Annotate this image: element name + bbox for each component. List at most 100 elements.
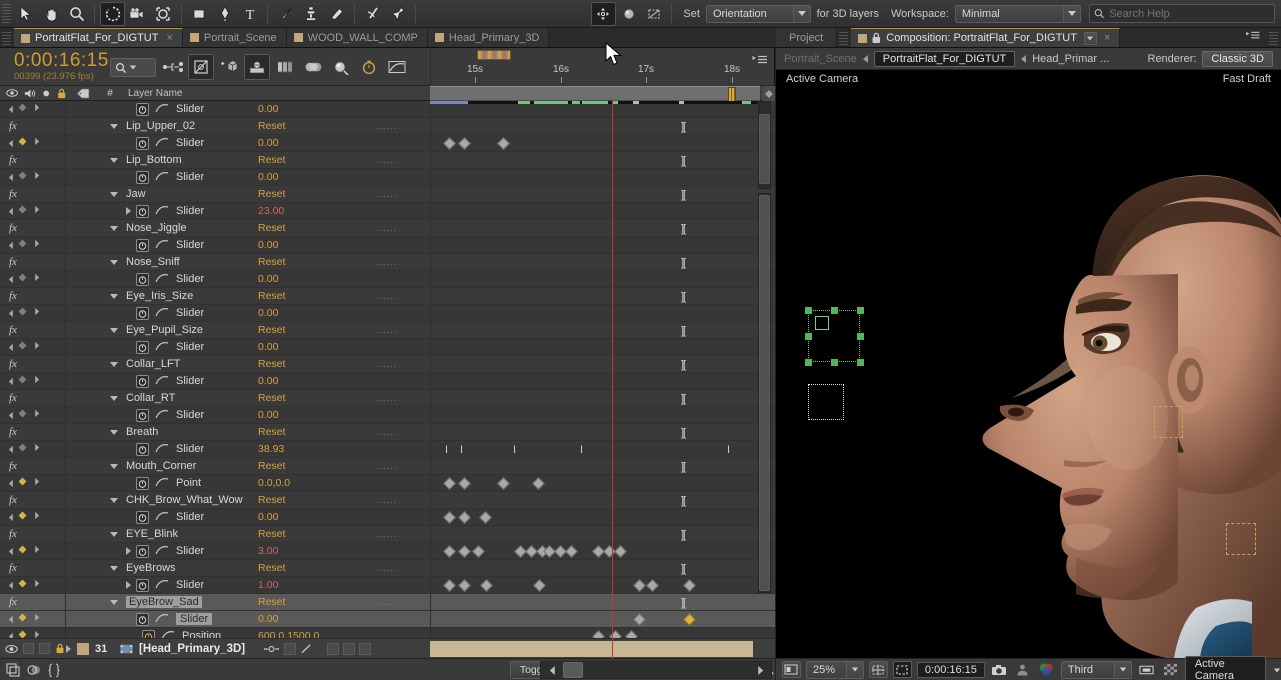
layer-marker-icon[interactable]: I bbox=[580, 444, 583, 456]
current-time-indicator[interactable] bbox=[612, 101, 613, 650]
keyframe-track[interactable]: ][ bbox=[430, 220, 753, 236]
keyframe-marker[interactable] bbox=[443, 477, 456, 490]
graph-icon[interactable] bbox=[155, 545, 169, 558]
reset-link[interactable]: Reset bbox=[256, 290, 376, 302]
camera-tool-icon[interactable] bbox=[125, 2, 150, 26]
expand-triangle-icon[interactable] bbox=[126, 207, 131, 215]
collapse-triangle-icon[interactable] bbox=[110, 191, 118, 197]
frame-blend-switch[interactable] bbox=[327, 642, 340, 655]
stopwatch-icon[interactable] bbox=[136, 374, 149, 388]
keyframe-track[interactable]: ][ bbox=[430, 492, 753, 508]
graph-editor-footer-icon[interactable] bbox=[48, 662, 60, 677]
keyframe-track[interactable] bbox=[430, 611, 753, 627]
motion-blur-switch[interactable] bbox=[343, 642, 356, 655]
keyframe-track[interactable] bbox=[430, 407, 753, 423]
next-keyframe-icon[interactable] bbox=[33, 103, 41, 115]
graph-icon[interactable] bbox=[155, 613, 169, 626]
keyframe-track[interactable] bbox=[430, 577, 753, 593]
property-row[interactable]: Slider 0.00 bbox=[0, 237, 775, 254]
tab-portrait-scene[interactable]: Portrait_Scene bbox=[182, 28, 287, 47]
keyframe-marker[interactable] bbox=[458, 579, 471, 592]
chevron-down-icon[interactable] bbox=[1273, 664, 1281, 676]
tab-composition[interactable]: Composition: PortraitFlat_For_DIGTUT × bbox=[851, 28, 1121, 47]
property-row[interactable]: Slider 23.00 bbox=[0, 203, 775, 220]
effect-row[interactable]: fx Breath Reset......][ bbox=[0, 424, 775, 441]
collapse-triangle-icon[interactable] bbox=[110, 361, 118, 367]
graph-icon[interactable] bbox=[155, 477, 169, 490]
stopwatch-icon[interactable] bbox=[136, 238, 149, 252]
property-name-cell[interactable]: Slider bbox=[66, 271, 256, 287]
property-name-cell[interactable]: Slider bbox=[66, 237, 256, 253]
reset-link[interactable]: Reset bbox=[256, 154, 376, 166]
tab-project[interactable]: Project bbox=[776, 28, 838, 47]
property-name-cell[interactable]: Slider bbox=[66, 577, 256, 593]
audio-toggle[interactable] bbox=[23, 643, 34, 654]
property-row[interactable]: Slider 0.00 bbox=[0, 339, 775, 356]
property-name-cell[interactable]: Slider bbox=[66, 203, 256, 219]
collapse-triangle-icon[interactable] bbox=[110, 497, 118, 503]
selected-layer-row[interactable]: 31 [Head_Primary_3D] bbox=[0, 638, 775, 659]
add-keyframe-icon[interactable] bbox=[18, 137, 27, 149]
work-area-end-handle[interactable] bbox=[728, 87, 736, 102]
collapse-triangle-icon[interactable] bbox=[110, 123, 118, 129]
property-name-cell[interactable]: Nose_Jiggle bbox=[66, 220, 256, 236]
selection-handle-bl[interactable] bbox=[805, 359, 812, 366]
lock-icon[interactable] bbox=[55, 643, 65, 654]
stopwatch-icon[interactable] bbox=[136, 170, 149, 184]
world-axis-mode-icon[interactable] bbox=[616, 2, 641, 26]
stopwatch-icon[interactable] bbox=[136, 204, 149, 218]
selection-handle-tl[interactable] bbox=[805, 307, 812, 314]
add-keyframe-icon[interactable] bbox=[18, 409, 27, 421]
property-name-cell[interactable]: Collar_RT bbox=[66, 390, 256, 406]
graph-icon[interactable] bbox=[155, 511, 169, 524]
keyframe-track[interactable]: IIIII bbox=[430, 441, 753, 457]
effect-row[interactable]: fx Lip_Upper_02 Reset......][ bbox=[0, 118, 775, 135]
expand-triangle-icon[interactable] bbox=[126, 547, 131, 555]
live-update-icon[interactable] bbox=[188, 54, 214, 80]
breadcrumb-head-primary[interactable]: Head_Primar ... bbox=[1032, 53, 1109, 65]
stopwatch-icon[interactable] bbox=[136, 102, 149, 116]
property-value[interactable]: 0.00 bbox=[256, 171, 376, 183]
expand-layer-icon[interactable] bbox=[66, 644, 71, 653]
resolution-dropdown[interactable]: Third bbox=[1060, 660, 1133, 679]
breadcrumb-portraitflat[interactable]: PortraitFlat_For_DIGTUT bbox=[873, 50, 1016, 67]
property-value[interactable]: 3.00 bbox=[256, 545, 376, 557]
scroll-left-icon[interactable] bbox=[541, 665, 563, 676]
take-snapshot-icon[interactable] bbox=[990, 661, 1009, 678]
property-value[interactable]: 0.00 bbox=[256, 511, 376, 523]
add-keyframe-icon[interactable] bbox=[18, 375, 27, 387]
keyframe-track[interactable]: ][ bbox=[430, 152, 753, 168]
property-name-cell[interactable]: Nose_Sniff bbox=[66, 254, 256, 270]
parent-icon[interactable] bbox=[263, 644, 280, 654]
comp-marker-icon[interactable] bbox=[477, 50, 511, 60]
effect-row[interactable]: fx Lip_Bottom Reset......][ bbox=[0, 152, 775, 169]
previous-keyframe-icon[interactable] bbox=[3, 513, 15, 522]
keyframe-marker[interactable] bbox=[458, 511, 471, 524]
secondary-bounding-box[interactable] bbox=[808, 384, 844, 420]
next-keyframe-icon[interactable] bbox=[33, 477, 41, 489]
keyframe-marker[interactable] bbox=[646, 579, 659, 592]
keyframe-marker[interactable] bbox=[458, 137, 471, 150]
rotation-tool-icon[interactable] bbox=[100, 1, 126, 26]
property-value[interactable]: 0.00 bbox=[256, 273, 376, 285]
stopwatch-icon[interactable] bbox=[136, 578, 149, 592]
breadcrumb-portrait-scene[interactable]: Portrait_Scene bbox=[784, 53, 857, 65]
stopwatch-icon[interactable] bbox=[136, 544, 149, 558]
keyframe-track[interactable]: ][ bbox=[430, 118, 753, 134]
comp-time-display[interactable]: 0:00:16:15 bbox=[916, 661, 985, 678]
tab-head-primary-3d[interactable]: Head_Primary_3D bbox=[427, 28, 550, 47]
selection-handle-br[interactable] bbox=[857, 359, 864, 366]
keyframe-track[interactable]: ][ bbox=[430, 356, 753, 372]
brush-tool-icon[interactable] bbox=[273, 2, 298, 26]
shape-tool-icon[interactable] bbox=[187, 2, 212, 26]
puppet-pin-tool-icon[interactable] bbox=[385, 2, 410, 26]
type-tool-icon[interactable]: T bbox=[237, 2, 262, 26]
property-row[interactable]: Slider 0.00 bbox=[0, 271, 775, 288]
property-value[interactable]: 23.00 bbox=[256, 205, 376, 217]
keyframe-track[interactable] bbox=[430, 305, 753, 321]
property-row[interactable]: Slider 0.00 bbox=[0, 169, 775, 186]
previous-keyframe-icon[interactable] bbox=[3, 139, 15, 148]
keyframe-track[interactable] bbox=[430, 271, 753, 287]
layer-marker-icon[interactable]: I bbox=[727, 444, 730, 456]
property-value[interactable]: 1.00 bbox=[256, 579, 376, 591]
